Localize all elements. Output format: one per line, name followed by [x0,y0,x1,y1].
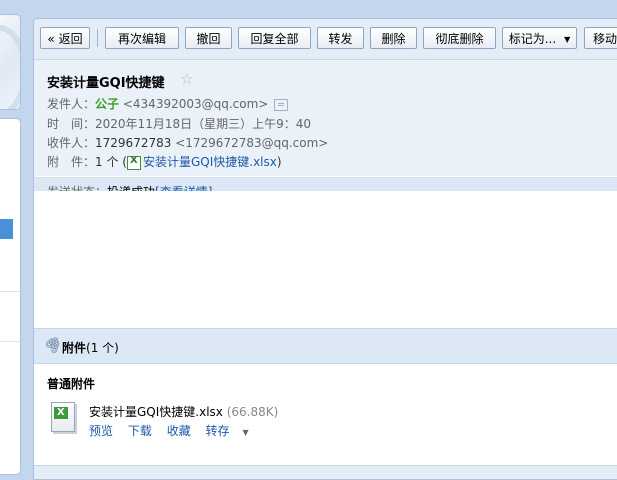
excel-file-icon[interactable] [51,402,75,432]
chevron-down-icon: ▼ [242,428,249,437]
mail-subject: 安装计量GQI快捷键 [47,76,165,91]
forward-button[interactable]: 转发 [317,27,364,49]
move-to-dropdown[interactable]: 移动到 [584,27,617,49]
left-sidebar [0,0,22,475]
attachment-file-name[interactable]: 安装计量GQI快捷键.xlsx [89,405,223,419]
sidebar-selected-folder[interactable] [0,219,13,239]
attachment-row: 附 件：1 个 (安装计量GQI快捷键.xlsx) [47,153,282,170]
sidebar-divider [0,291,20,292]
from-label: 发件人： [47,97,96,111]
toolbar-divider [97,29,98,47]
attachment-file-size: (66.88K) [226,405,279,419]
attachment-actions: 预览 下载 收藏 转存 ▼ [89,422,271,439]
sender-address: <434392003@qq.com> [122,97,269,111]
mail-body [34,191,617,328]
save-to-dropdown[interactable]: 转存 ▼ [206,424,260,438]
mark-as-dropdown[interactable]: 标记为... ▼ [502,27,577,49]
chevron-down-icon: ▼ [564,34,571,44]
from-row: 发件人：公子 <434392003@qq.com> [47,95,289,112]
recipient-address: <1729672783@qq.com> [175,136,329,150]
attachments-title-text: 附件 [62,341,87,355]
mail-header: 安装计量GQI快捷键 ☆ 发件人：公子 <434392003@qq.com> 时… [34,60,617,205]
back-button[interactable]: « 返回 [40,27,90,49]
recipient-name: 1729672783 [95,136,172,150]
star-icon[interactable]: ☆ [180,70,193,88]
preview-link[interactable]: 预览 [89,424,113,438]
attachments-header: 🖇 附件(1 个) [34,328,617,364]
mark-as-label: 标记为... [508,32,557,46]
delete-forever-button[interactable]: 彻底删除 [423,27,496,49]
excel-file-icon [126,155,141,170]
attachments-count: (1 个) [86,341,119,355]
contact-card-icon[interactable] [274,98,289,111]
top-toolbar: « 返回 再次编辑 撤回 回复全部 转发 删除 彻底删除 标记为... ▼ 移动到 [34,19,617,60]
to-row: 收件人：1729672783 <1729672783@qq.com> [47,134,328,151]
sidebar-logo-panel [0,14,21,110]
logo-swirl [0,25,20,109]
time-row: 时 间：2020年11月18日（星期三）上午9：40 [47,115,311,132]
time-value: 2020年11月18日（星期三）上午9：40 [95,117,311,131]
favorite-link[interactable]: 收藏 [167,424,191,438]
download-link[interactable]: 下载 [128,424,152,438]
attachment-item: 安装计量GQI快捷键.xlsx (66.88K) [89,403,278,420]
reedit-button[interactable]: 再次编辑 [105,27,179,49]
attachment-link[interactable]: 安装计量GQI快捷键.xlsx [143,155,277,169]
attachment-group-label: 普通附件 [47,377,96,391]
attachment-label: 附 件： [47,155,96,169]
delete-button[interactable]: 删除 [370,27,417,49]
mail-reader-panel: « 返回 再次编辑 撤回 回复全部 转发 删除 彻底删除 标记为... ▼ 移动到… [33,18,617,480]
attachments-title: 附件(1 个) [62,339,119,356]
sender-name[interactable]: 公子 [95,97,119,111]
sidebar-folder-panel [0,118,21,475]
time-label: 时 间： [47,117,96,131]
reply-all-button[interactable]: 回复全部 [238,27,311,49]
to-label: 收件人： [47,136,96,150]
save-to-label: 转存 [205,424,230,438]
attachment-count: 1 个 [95,155,119,169]
sidebar-divider [0,341,20,342]
recall-button[interactable]: 撤回 [185,27,232,49]
